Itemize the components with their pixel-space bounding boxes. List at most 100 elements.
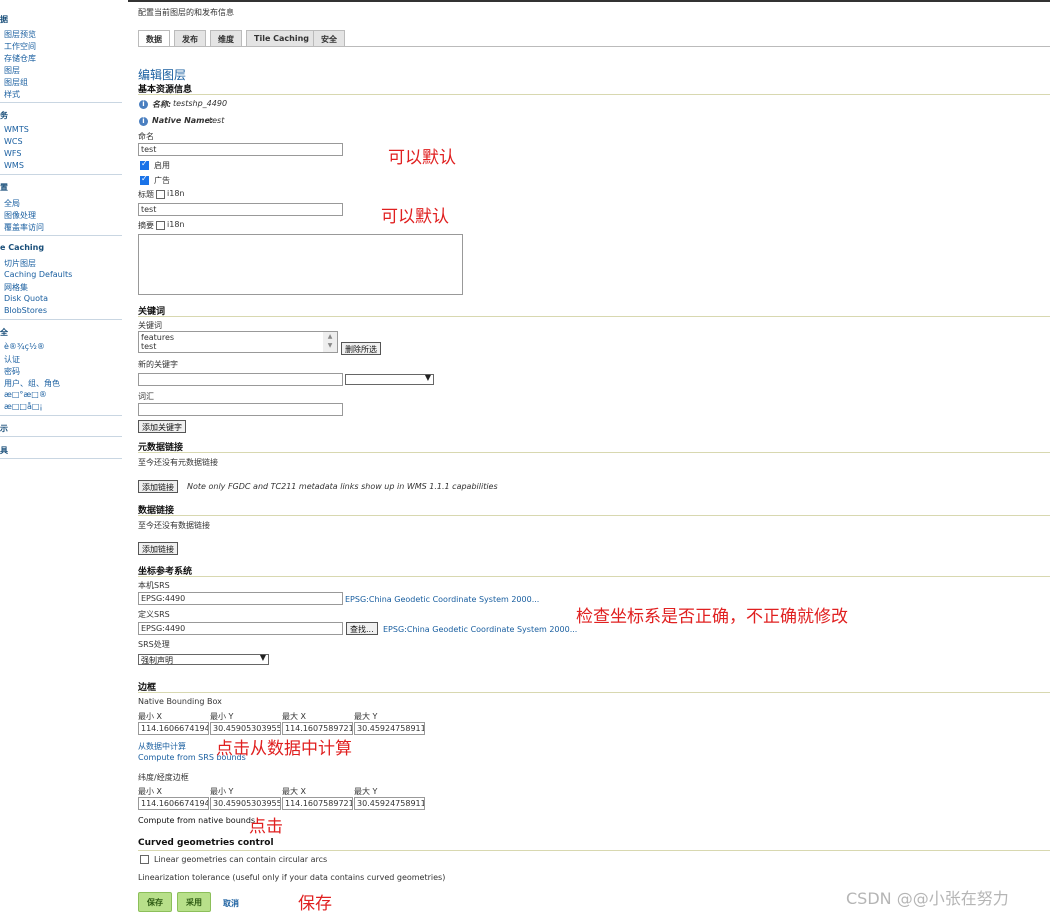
sidebar-item-styles[interactable]: 样式	[4, 89, 20, 100]
section-divider	[138, 576, 1050, 577]
add-data-link-button[interactable]: 添加链接	[138, 542, 178, 555]
sidebar-item-security-settings[interactable]: è®¾ç½®	[4, 342, 45, 351]
sidebar-head-tools[interactable]: 具	[0, 445, 8, 456]
vocabulary-input[interactable]	[138, 403, 343, 416]
advertised-checkbox[interactable]	[140, 174, 149, 185]
sidebar-item-blobstores[interactable]: BlobStores	[4, 306, 47, 315]
keywords-label: 关键词	[138, 321, 162, 330]
sidebar-item-authentication[interactable]: 认证	[4, 354, 20, 365]
abstract-label: 摘要	[138, 221, 154, 230]
annotation-compute-from-data: 点击从数据中计算	[216, 739, 352, 759]
sidebar-item-passwords[interactable]: 密码	[4, 366, 20, 377]
sidebar-divider	[0, 174, 122, 175]
page-subtitle: 配置当前图层的和发布信息	[138, 8, 234, 17]
declared-srs-input[interactable]: EPSG:4490	[138, 622, 343, 635]
latlon-maxx-input[interactable]: 114.160758972167	[282, 797, 353, 810]
apply-button[interactable]: 采用	[177, 892, 211, 912]
sidebar-divider	[0, 436, 122, 437]
tab-dimensions[interactable]: 维度	[210, 30, 242, 47]
section-divider	[138, 452, 1050, 453]
keyword-item[interactable]: features	[141, 333, 174, 342]
sidebar-item-disk-quota[interactable]: Disk Quota	[4, 294, 48, 303]
keyword-language-select[interactable]: ▼	[345, 373, 434, 385]
tab-tile-caching[interactable]: Tile Caching	[246, 30, 318, 47]
tab-data[interactable]: 数据	[138, 30, 170, 47]
metadata-links-note: Note only FGDC and TC211 metadata links …	[187, 482, 498, 491]
remove-selected-button[interactable]: 删除所选	[341, 342, 381, 355]
sidebar-item-coverage-access[interactable]: 覆盖率访问	[4, 222, 44, 233]
sidebar-item-users-groups-roles[interactable]: 用户、组、角色	[4, 378, 60, 389]
title-i18n-checkbox[interactable]	[156, 190, 165, 199]
vocabulary-label: 词汇	[138, 392, 154, 401]
tab-security[interactable]: 安全	[313, 30, 345, 47]
srs-handling-select[interactable]: 强制声明 ▼	[138, 653, 269, 665]
save-button[interactable]: 保存	[138, 892, 172, 912]
circular-arcs-checkbox[interactable]	[140, 855, 149, 864]
sidebar-item-workspaces[interactable]: 工作空间	[4, 41, 36, 52]
tab-divider	[138, 46, 1050, 47]
srs-handling-value: 强制声明	[141, 656, 173, 665]
latlon-maxx-label: 最大 X	[282, 787, 307, 796]
new-keyword-input[interactable]	[138, 373, 343, 386]
keywords-listbox[interactable]: features test ▲ ▼	[138, 331, 338, 353]
title-i18n-label: i18n	[167, 189, 185, 198]
naming-input[interactable]: test	[138, 143, 343, 156]
section-divider	[138, 692, 1050, 693]
sidebar-divider	[0, 415, 122, 416]
latlon-maxy-input[interactable]: 30.4592475891113	[354, 797, 425, 810]
latlon-miny-input[interactable]: 30.4590530395507	[210, 797, 281, 810]
sidebar-item-image-processing[interactable]: 图像处理	[4, 210, 36, 221]
chevron-down-icon: ▼	[259, 653, 266, 662]
annotation-default-2: 可以默认	[381, 207, 449, 227]
sidebar-item-data-security[interactable]: æ□°æ□®	[4, 390, 47, 399]
declared-srs-link[interactable]: EPSG:China Geodetic Coordinate System 20…	[383, 625, 577, 634]
title-input[interactable]: test	[138, 203, 343, 216]
add-metadata-link-button[interactable]: 添加链接	[138, 480, 178, 493]
native-minx-input[interactable]: 114.16066741943	[138, 722, 209, 735]
compute-from-data-link[interactable]: 从数据中计算	[138, 741, 186, 752]
sidebar-item-layer-groups[interactable]: 图层组	[4, 77, 28, 88]
native-maxy-input[interactable]: 30.4592475891113	[354, 722, 425, 735]
metadata-links-empty: 至今还没有元数据链接	[138, 458, 218, 467]
compute-from-native-link[interactable]: Compute from native bounds	[138, 816, 255, 825]
native-srs-input[interactable]: EPSG:4490	[138, 592, 343, 605]
add-keyword-button[interactable]: 添加关键字	[138, 420, 186, 433]
sidebar-item-wcs[interactable]: WCS	[4, 137, 23, 146]
native-maxy-label: 最大 Y	[354, 712, 378, 721]
sidebar-item-layer-preview[interactable]: 图层预览	[4, 29, 36, 40]
sidebar-item-layers[interactable]: 图层	[4, 65, 20, 76]
sidebar-item-global[interactable]: 全局	[4, 198, 20, 209]
sidebar-head-services: 务	[0, 111, 8, 120]
page-title: 编辑图层	[138, 68, 187, 82]
keyword-item[interactable]: test	[141, 342, 156, 351]
naming-label: 命名	[138, 132, 154, 141]
linearization-tolerance-label: Linearization tolerance (useful only if …	[138, 873, 446, 882]
scrollbar[interactable]: ▲ ▼	[323, 332, 337, 352]
sidebar-item-wfs[interactable]: WFS	[4, 149, 21, 158]
declared-srs-label: 定义SRS	[138, 610, 170, 619]
section-curved-geometries: Curved geometries control	[138, 838, 274, 848]
sidebar-item-caching-defaults[interactable]: Caching Defaults	[4, 270, 72, 279]
sidebar-item-gridsets[interactable]: 网格集	[4, 282, 28, 293]
annotation-click: 点击	[249, 817, 283, 837]
find-srs-button[interactable]: 查找...	[346, 622, 378, 635]
sidebar-item-stores[interactable]: 存储仓库	[4, 53, 36, 64]
sidebar-item-wmts[interactable]: WMTS	[4, 125, 29, 134]
tab-publishing[interactable]: 发布	[174, 30, 206, 47]
watermark: CSDN @@小张在努力	[846, 889, 1009, 908]
sidebar-item-tile-layers[interactable]: 切片图层	[4, 258, 36, 269]
sidebar-divider	[0, 235, 122, 236]
native-srs-link[interactable]: EPSG:China Geodetic Coordinate System 20…	[345, 595, 539, 604]
abstract-i18n-checkbox[interactable]	[156, 221, 165, 230]
latlon-minx-input[interactable]: 114.16066741943	[138, 797, 209, 810]
sidebar-item-service-security[interactable]: æ□□å□¡	[4, 402, 43, 411]
enabled-checkbox[interactable]	[140, 159, 149, 170]
annotation-default-1: 可以默认	[388, 148, 456, 168]
sidebar-item-wms[interactable]: WMS	[4, 161, 24, 170]
latlon-bbox-label: 纬度/经度边框	[138, 773, 189, 782]
sidebar-head-demos[interactable]: 示	[0, 423, 8, 434]
name-label: 名称:	[152, 100, 172, 109]
abstract-textarea[interactable]	[138, 234, 463, 295]
data-links-empty: 至今还没有数据链接	[138, 521, 210, 530]
cancel-link[interactable]: 取消	[223, 898, 239, 909]
